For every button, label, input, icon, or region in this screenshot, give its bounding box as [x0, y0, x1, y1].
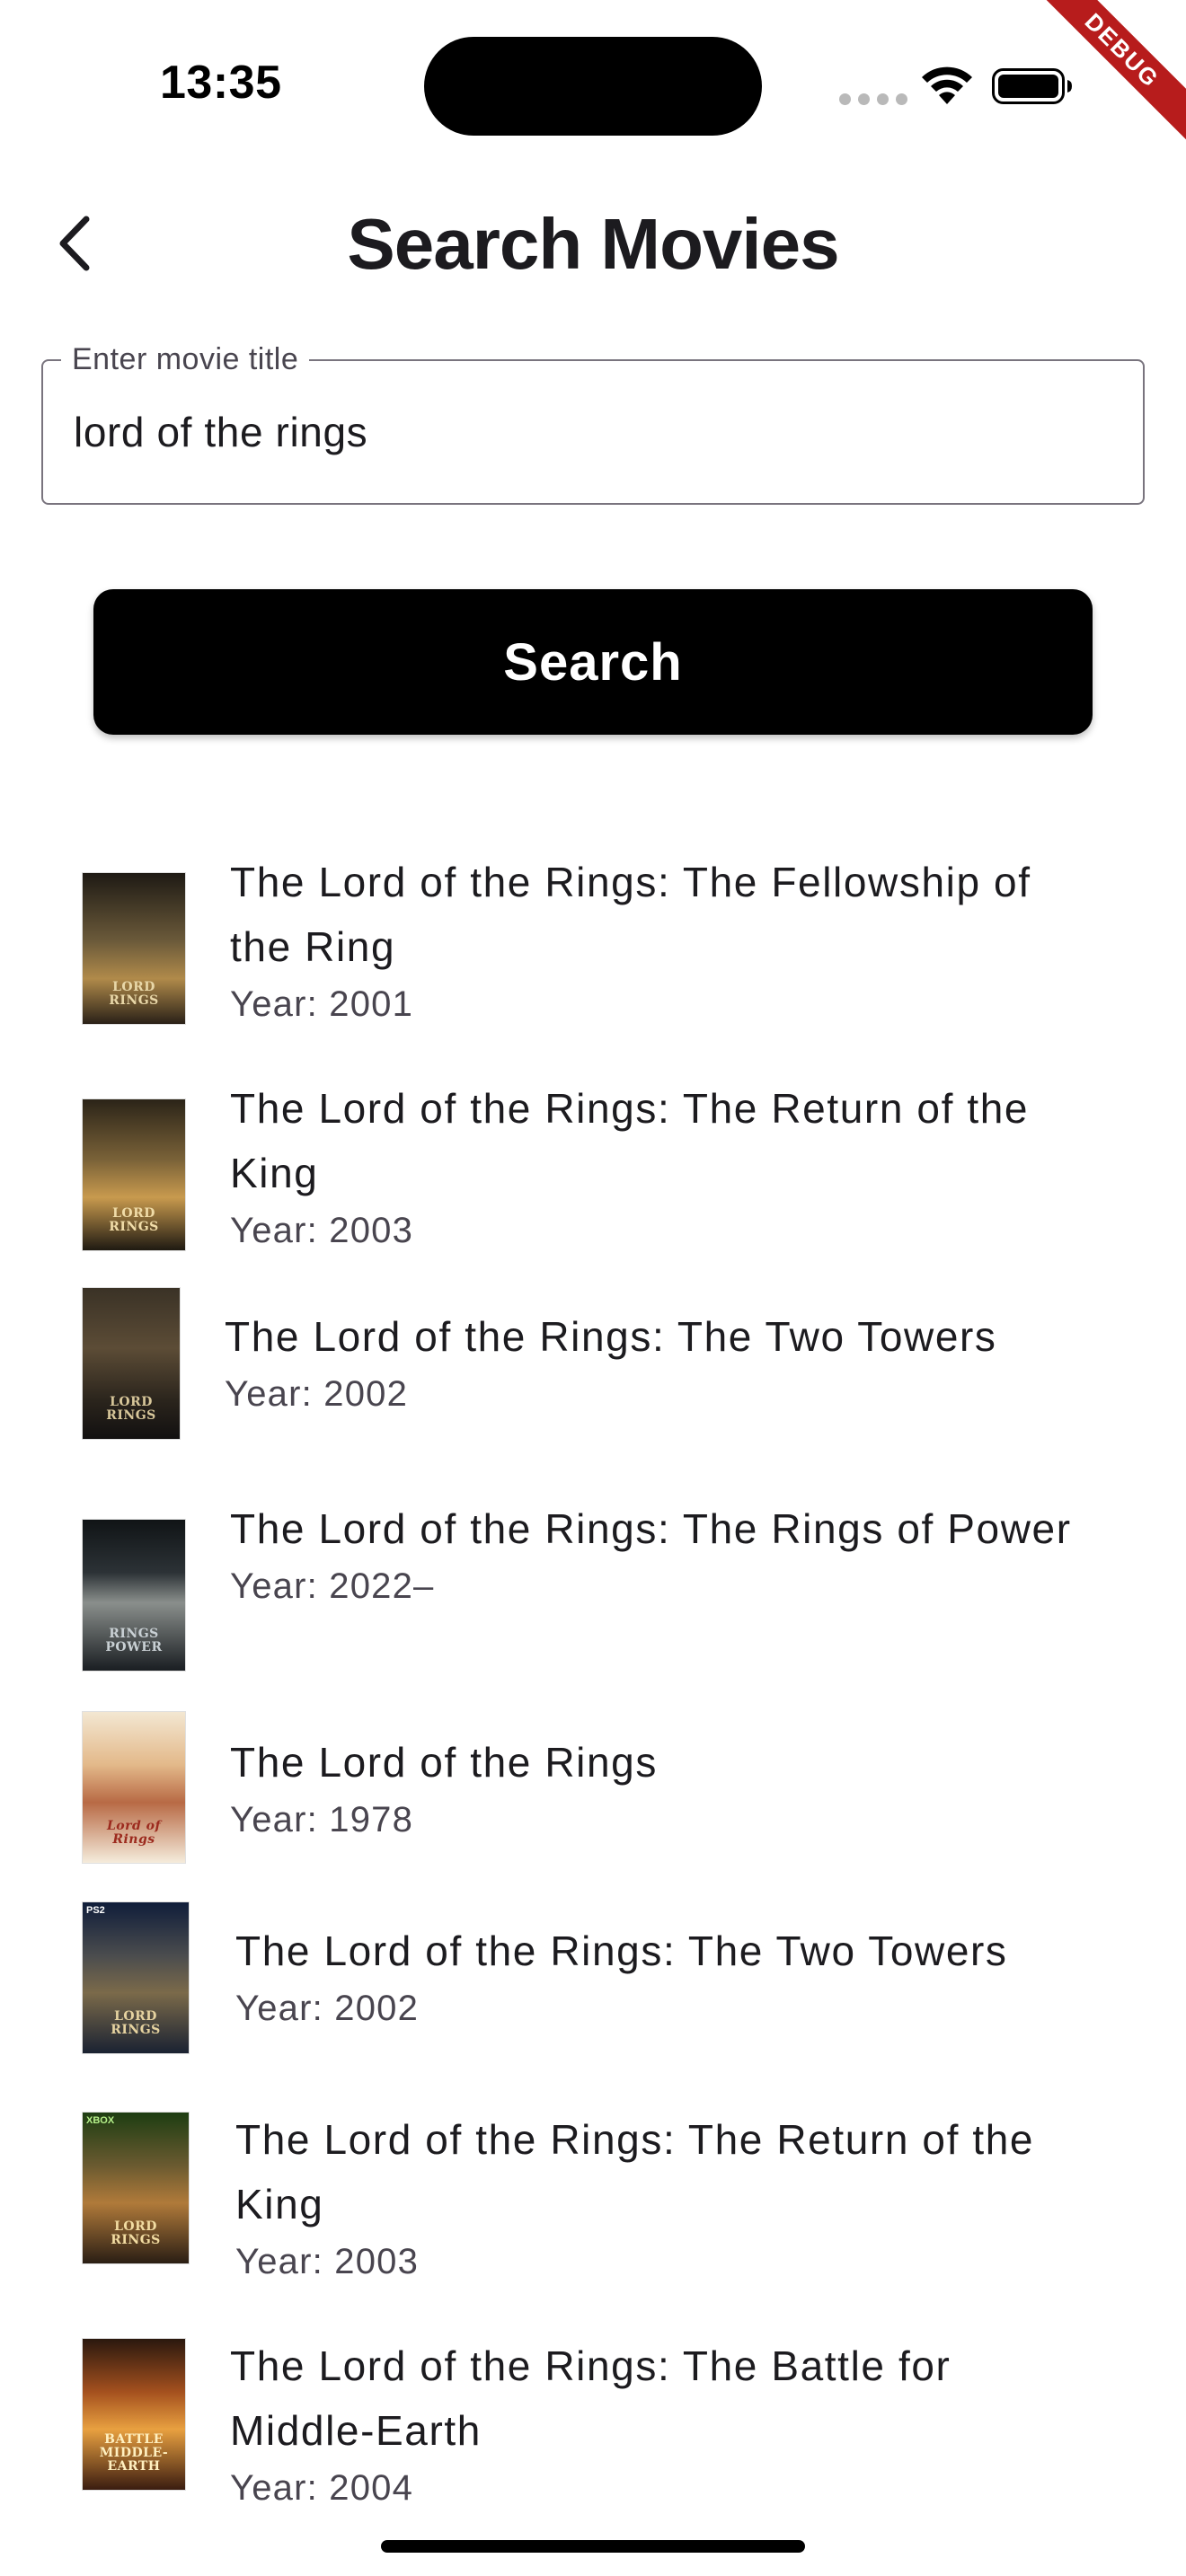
movie-poster: Lord of Rings: [83, 1712, 185, 1863]
movie-title: The Lord of the Rings: The Rings of Powe…: [230, 1505, 1072, 1552]
movie-year: Year: 2001: [230, 984, 414, 1024]
movie-title: The Lord of the Rings: [230, 1739, 658, 1786]
movie-year: Year: 2004: [230, 2468, 414, 2508]
page-title: Search Movies: [347, 204, 839, 284]
home-indicator[interactable]: [381, 2540, 805, 2553]
movie-title: The Lord of the Rings: The Two Towers: [225, 1313, 997, 1360]
battery-icon: [992, 68, 1072, 104]
list-item[interactable]: PS2 LORD RINGS The Lord of the Rings: The…: [0, 1902, 1186, 2082]
search-field-label: Enter movie title: [61, 341, 310, 377]
list-item[interactable]: XBOX LORD RINGS The Lord of the Rings: Th…: [0, 2113, 1186, 2310]
search-button[interactable]: Search: [93, 589, 1093, 735]
movie-poster: LORD RINGS: [83, 1288, 180, 1439]
list-item[interactable]: Lord of Rings The Lord of the Rings Year:…: [0, 1712, 1186, 1892]
movie-year: Year: 1978: [230, 1800, 414, 1839]
movie-title: The Lord of the Rings: The Return of the…: [235, 2116, 1035, 2228]
movie-poster: BATTLE MIDDLE-EARTH: [83, 2339, 185, 2490]
movie-year: Year: 2002: [225, 1374, 409, 1414]
movie-poster: RINGS POWER: [83, 1520, 185, 1671]
list-item[interactable]: LORD RINGS The Lord of the Rings: The Ret…: [0, 1076, 1186, 1256]
movie-year: Year: 2002: [235, 1989, 420, 2028]
cellular-signal-icon: [839, 93, 907, 105]
list-item[interactable]: LORD RINGS The Lord of the Rings: The Fel…: [0, 850, 1186, 1029]
movie-title: The Lord of the Rings: The Two Towers: [235, 1928, 1008, 1974]
movie-year: Year: 2003: [235, 2242, 420, 2281]
status-time: 13:35: [160, 57, 282, 109]
list-item[interactable]: BATTLE MIDDLE-EARTH The Lord of the Rings…: [0, 2339, 1186, 2536]
dynamic-island: [424, 37, 762, 136]
movie-title: The Lord of the Rings: The Fellowship of…: [230, 859, 1031, 970]
wifi-icon: [922, 66, 972, 104]
search-input[interactable]: [74, 404, 1107, 460]
movie-poster: LORD RINGS: [83, 873, 185, 1024]
movie-title: The Lord of the Rings: The Return of the…: [230, 1085, 1030, 1196]
movie-year: Year: 2022–: [230, 1566, 435, 1606]
list-item[interactable]: LORD RINGS The Lord of the Rings: The Two…: [0, 1288, 1186, 1468]
movie-title: The Lord of the Rings: The Battle for Mi…: [230, 2342, 951, 2454]
movie-poster: LORD RINGS: [83, 1099, 185, 1250]
list-item[interactable]: RINGS POWER The Lord of the Rings: The Ri…: [0, 1496, 1186, 1676]
movie-year: Year: 2003: [230, 1211, 414, 1250]
movie-poster: XBOX LORD RINGS: [83, 2113, 189, 2263]
search-field[interactable]: Enter movie title: [41, 341, 1145, 505]
movie-poster: PS2 LORD RINGS: [83, 1902, 189, 2053]
